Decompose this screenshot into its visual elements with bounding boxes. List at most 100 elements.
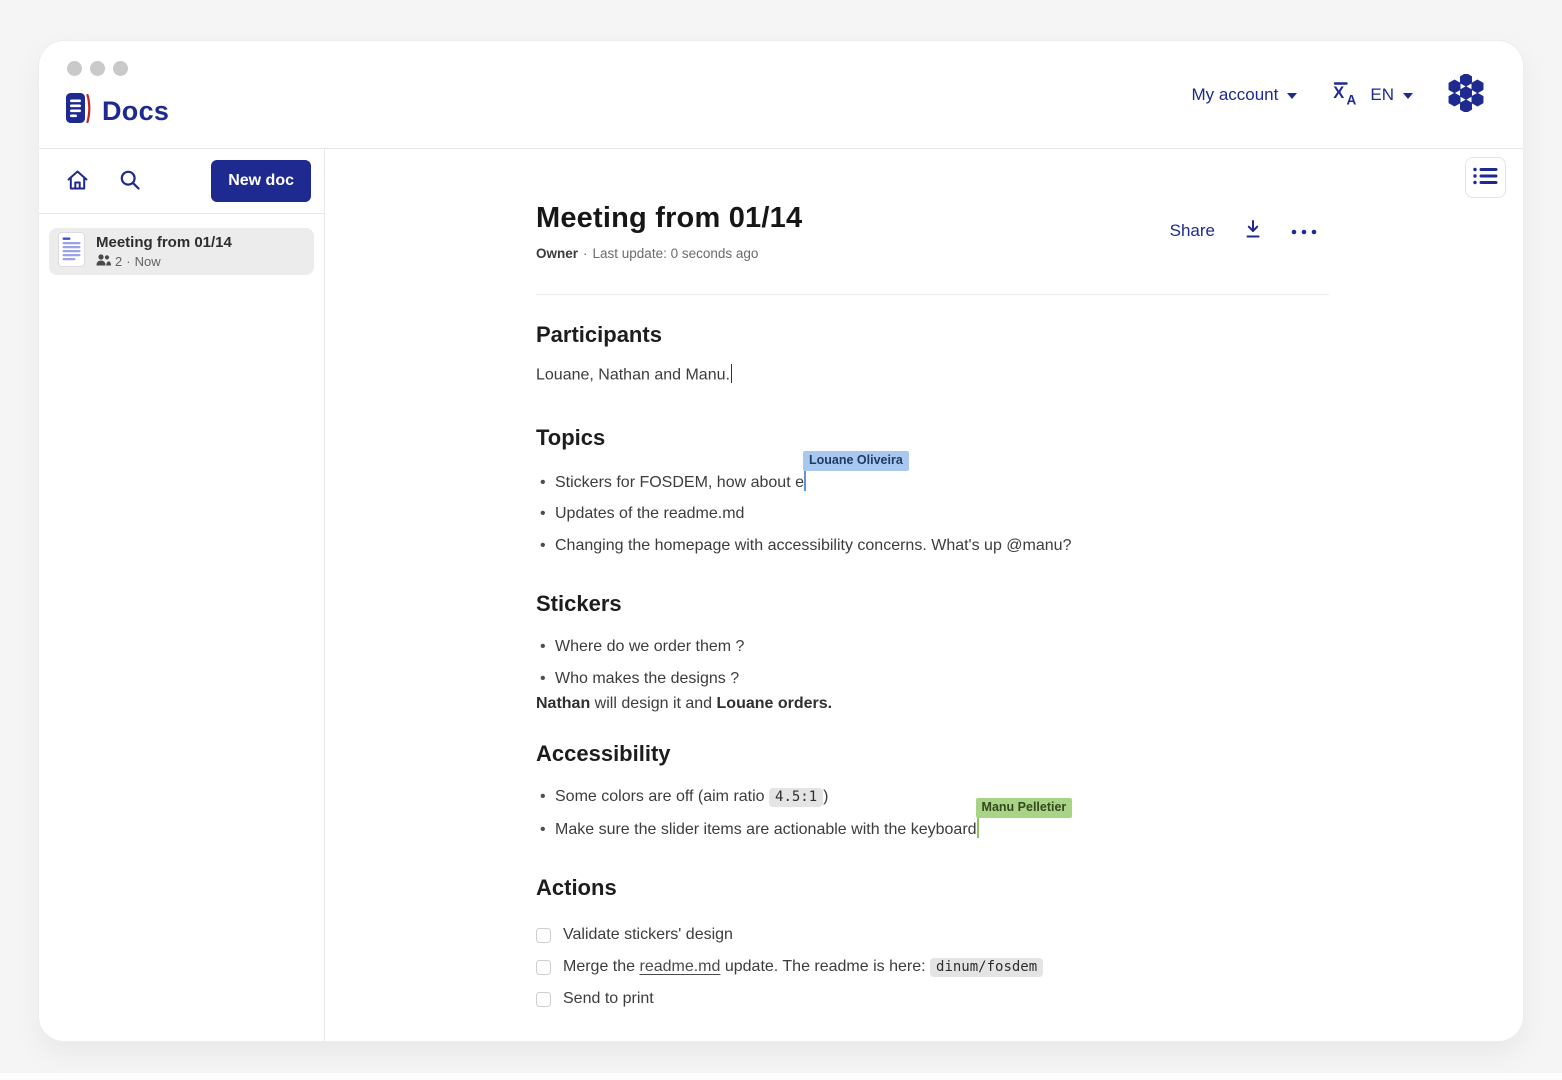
home-icon [66, 169, 89, 194]
todo-item: Send to print [536, 983, 1329, 1015]
stickers-note: Nathan will design it and Louane orders. [536, 694, 1329, 714]
docs-logo[interactable]: Docs [65, 91, 169, 131]
participants-text: Louane, Nathan and Manu. [536, 364, 1329, 386]
page-bottom-strip [0, 1073, 1562, 1080]
inline-code: 4.5:1 [769, 788, 823, 807]
translate-icon: X A [1331, 79, 1361, 111]
doc-list: Meeting from 01/14 2 [39, 214, 324, 289]
topics-item-1: Stickers for FOSDEM, how about e [555, 474, 804, 491]
svg-text:A: A [1347, 93, 1357, 107]
document: Meeting from 01/14 Owner · Last update: … [536, 149, 1329, 1041]
more-options-button[interactable] [1291, 223, 1317, 238]
download-icon [1242, 218, 1264, 243]
readme-link[interactable]: readme.md [639, 958, 720, 975]
app-title: Docs [102, 96, 169, 127]
todo-checkbox[interactable] [536, 960, 551, 975]
header-actions: My account X A EN [1191, 41, 1485, 149]
last-update-text: Last update: 0 seconds ago [593, 246, 759, 261]
section-heading-topics: Topics [536, 425, 1329, 451]
sidebar: New doc [39, 149, 325, 1041]
owner-badge: Owner [536, 246, 578, 261]
people-icon [96, 254, 111, 269]
doc-item-updated: Now [135, 254, 161, 269]
topics-list: Stickers for FOSDEM, how about eLouane O… [536, 467, 1329, 562]
chevron-down-icon [1287, 93, 1297, 99]
todo-label: Validate stickers' design [563, 926, 733, 944]
document-actions: Share [1170, 218, 1317, 243]
search-button[interactable] [119, 169, 141, 194]
svg-text:X: X [1334, 84, 1345, 102]
collab-cursor-manu: Manu Pelletier [977, 818, 980, 838]
app-body: New doc [39, 149, 1523, 1041]
meta-separator: · [583, 246, 588, 261]
todo-label: Merge the readme.md update. The readme i… [563, 958, 1043, 976]
list-item: Updates of the readme.md [536, 498, 1329, 530]
list-item: Changing the homepage with accessibility… [536, 530, 1329, 562]
doc-list-item[interactable]: Meeting from 01/14 2 [49, 228, 314, 275]
window-control-dot[interactable] [113, 61, 128, 76]
ellipsis-icon [1291, 223, 1317, 238]
new-doc-button[interactable]: New doc [211, 160, 311, 202]
collab-cursor-label: Manu Pelletier [976, 798, 1073, 818]
list-item: Make sure the slider items are actionabl… [536, 814, 1329, 846]
docs-logo-icon [65, 91, 92, 131]
section-heading-stickers: Stickers [536, 591, 1329, 617]
sidebar-toolbar: New doc [39, 149, 324, 214]
doc-item-meta-separator: · [126, 254, 130, 269]
section-heading-participants: Participants [536, 322, 1329, 348]
accessibility-item-1-close: ) [823, 788, 828, 805]
accessibility-item-1-text: Some colors are off (aim ratio [555, 788, 769, 805]
my-account-menu[interactable]: My account [1191, 85, 1297, 105]
language-selector[interactable]: X A EN [1331, 79, 1413, 111]
list-icon [1473, 166, 1498, 189]
share-button[interactable]: Share [1170, 221, 1215, 241]
doc-item-info: Meeting from 01/14 2 [96, 234, 232, 269]
todo-checkbox[interactable] [536, 928, 551, 943]
header-divider [536, 294, 1329, 295]
doc-item-title: Meeting from 01/14 [96, 234, 232, 251]
document-editor[interactable]: Participants Louane, Nathan and Manu. To… [536, 322, 1329, 1041]
section-heading-actions: Actions [536, 875, 1329, 901]
language-value: EN [1370, 85, 1394, 105]
chevron-down-icon [1403, 93, 1413, 99]
search-icon [119, 169, 141, 194]
document-header: Meeting from 01/14 Owner · Last update: … [536, 201, 1329, 295]
text-cursor [731, 364, 733, 383]
window-control-dot[interactable] [90, 61, 105, 76]
my-account-label: My account [1191, 85, 1278, 105]
table-of-contents-button[interactable] [1465, 157, 1506, 198]
collab-cursor-label: Louane Oliveira [803, 451, 909, 471]
window-control-dot[interactable] [67, 61, 82, 76]
section-heading-accessibility: Accessibility [536, 741, 1329, 767]
stickers-note-mid: will design it and [590, 695, 716, 712]
todo-list: Validate stickers' design Merge the read… [536, 919, 1329, 1015]
stickers-list: Where do we order them ? Who makes the d… [536, 631, 1329, 694]
stickers-note-bold-2: Louane orders. [717, 695, 833, 712]
todo-item: Merge the readme.md update. The readme i… [536, 951, 1329, 983]
inline-code: dinum/fosdem [930, 958, 1043, 977]
section-heading-next-meeting: Next meeting [536, 1040, 1329, 1041]
todo-label: Send to print [563, 990, 654, 1008]
apps-grid-button[interactable] [1447, 74, 1485, 117]
accessibility-item-2-text: Make sure the slider items are actionabl… [555, 821, 977, 838]
stickers-note-bold-1: Nathan [536, 695, 590, 712]
document-icon [58, 232, 85, 272]
todo-item: Validate stickers' design [536, 919, 1329, 951]
document-meta: Owner · Last update: 0 seconds ago [536, 246, 1329, 261]
participants-text-content: Louane, Nathan and Manu. [536, 367, 730, 384]
document-pane: Meeting from 01/14 Owner · Last update: … [325, 149, 1523, 1041]
todo-text: update. The readme is here: [720, 958, 930, 975]
todo-checkbox[interactable] [536, 992, 551, 1007]
apps-grid-icon [1447, 74, 1485, 117]
download-button[interactable] [1242, 218, 1264, 243]
accessibility-list: Some colors are off (aim ratio 4.5:1) Ma… [536, 781, 1329, 845]
list-item: Who makes the designs ? [536, 663, 1329, 695]
doc-item-members-count: 2 [115, 254, 122, 269]
list-item: Where do we order them ? [536, 631, 1329, 663]
app-header: Docs My account X A EN [39, 41, 1523, 149]
todo-text: Merge the [563, 958, 639, 975]
home-button[interactable] [66, 169, 89, 194]
app-window: Docs My account X A EN [38, 40, 1524, 1042]
list-item: Some colors are off (aim ratio 4.5:1) [536, 781, 1329, 814]
window-controls [67, 61, 128, 76]
